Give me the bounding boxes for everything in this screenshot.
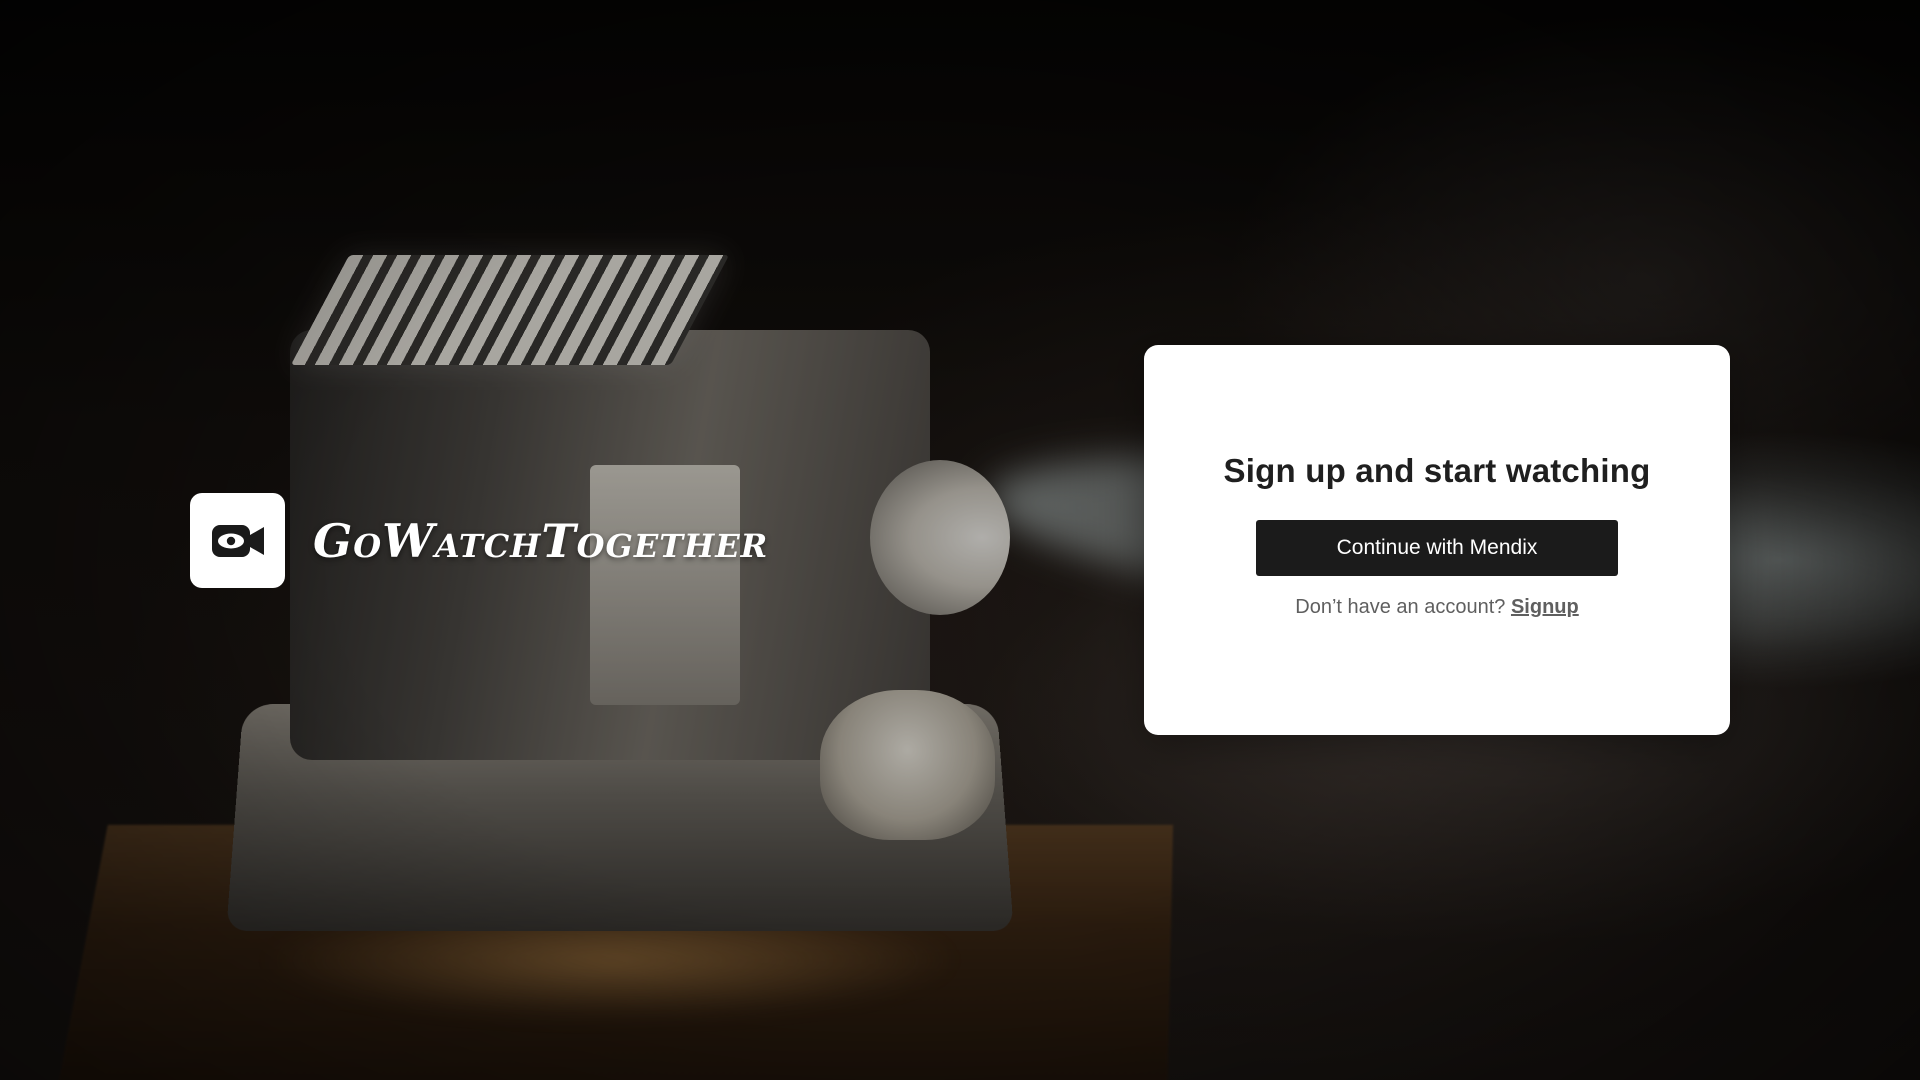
signup-prompt-text: Don’t have an account? xyxy=(1295,596,1506,618)
video-camera-eye-icon xyxy=(190,493,285,588)
signup-page: GoWatchTogether Sign up and start watchi… xyxy=(0,0,1920,1080)
card-title: Sign up and start watching xyxy=(1223,452,1651,489)
continue-with-mendix-button[interactable]: Continue with Mendix xyxy=(1256,520,1618,576)
signup-prompt-row: Don’t have an account? Signup xyxy=(1295,596,1578,619)
signup-link[interactable]: Signup xyxy=(1511,596,1579,618)
signup-card: Sign up and start watching Continue with… xyxy=(1144,345,1730,735)
brand-name: GoWatchTogether xyxy=(313,513,769,568)
brand: GoWatchTogether xyxy=(190,493,768,588)
